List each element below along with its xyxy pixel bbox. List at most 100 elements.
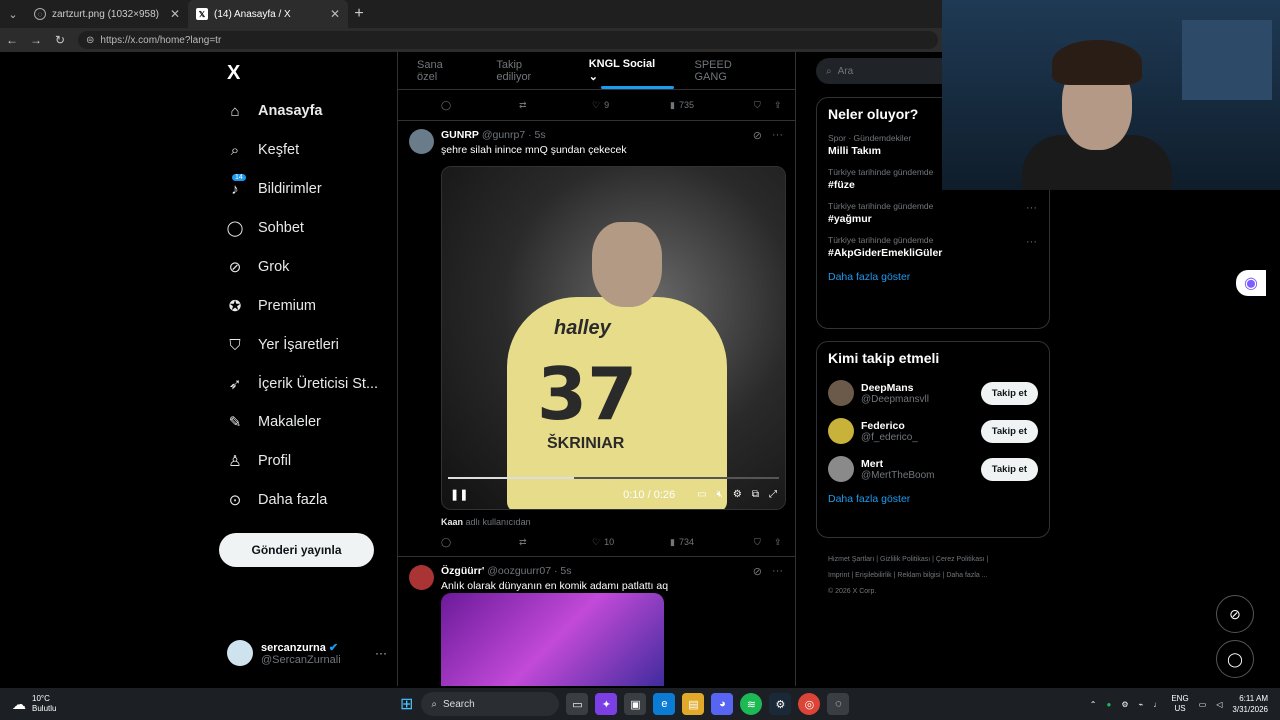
discord-icon[interactable]: ◕ — [711, 693, 734, 715]
nav-item-premium[interactable]: ✪ Premium — [226, 297, 316, 315]
post-button[interactable]: Gönderi yayınla — [219, 533, 374, 567]
bookmark-icon[interactable]: ⛉ — [754, 537, 774, 548]
views-button[interactable]: ▮ 734 — [670, 537, 754, 548]
footer-link[interactable]: Gizlilik Politikası — [880, 556, 930, 563]
mic-icon[interactable]: ♩ — [1153, 700, 1161, 709]
wifi-off-icon[interactable]: ⌁ — [1139, 700, 1144, 709]
avatar[interactable] — [409, 129, 434, 154]
weather-widget[interactable]: ☁ 10°C Bulutlu — [0, 694, 400, 714]
footer-link[interactable]: Hizmet Şartları — [828, 556, 874, 563]
follow-suggestion[interactable]: DeepMans @Deepmansvll Takip et — [817, 374, 1049, 412]
network-icon[interactable]: ▭ — [1199, 700, 1207, 709]
browser-tab[interactable]: ◌ zartzurt.png (1032×958) ✕ — [26, 0, 188, 28]
more-icon[interactable]: ··· — [1026, 202, 1037, 214]
close-tab-icon[interactable]: ✕ — [170, 7, 180, 21]
who-show-more[interactable]: Daha fazla göster — [817, 488, 1049, 515]
file-explorer-icon[interactable]: ▤ — [682, 693, 705, 715]
tweet-time[interactable]: · 5s — [528, 129, 546, 141]
avatar[interactable] — [828, 380, 854, 406]
status-dot-icon[interactable]: ● — [1107, 700, 1112, 709]
nav-item-more[interactable]: ⊙ Daha fazla — [226, 491, 328, 509]
site-info-icon[interactable]: ⊜ — [86, 35, 94, 46]
url-field[interactable]: ⊜ https://x.com/home?lang=tr — [78, 31, 938, 49]
share-icon[interactable]: ⇪ — [774, 537, 782, 548]
more-icon[interactable]: ··· — [375, 646, 387, 660]
extension-pill[interactable]: ◉ — [1236, 270, 1266, 296]
trend-item[interactable]: Türkiye tarihinde gündemde #yağmur ··· — [817, 198, 1049, 232]
nav-item-profile[interactable]: ♙ Profil — [226, 452, 291, 470]
task-view-icon[interactable]: ▭ — [566, 693, 589, 715]
avatar[interactable] — [828, 456, 854, 482]
follow-suggestion[interactable]: Federico @f_ederico_ Takip et — [817, 412, 1049, 450]
retweet-icon[interactable]: ⇄ — [519, 537, 592, 548]
footer-link[interactable]: Çerez Politikası — [936, 556, 985, 563]
tweet-media[interactable] — [441, 593, 664, 686]
author-name[interactable]: Özgüürr' — [441, 565, 484, 577]
close-tab-icon[interactable]: ✕ — [330, 7, 340, 21]
account-switcher[interactable]: sercanzurna ✔ @SercanZurnali ··· — [227, 640, 387, 666]
start-icon[interactable]: ⊞ — [400, 694, 413, 714]
tab-speed-gang[interactable]: SPEED GANG — [695, 59, 759, 83]
follow-suggestion[interactable]: Mert @MertTheBoom Takip et — [817, 450, 1049, 488]
store-icon[interactable]: ▣ — [624, 693, 647, 715]
like-button[interactable]: ♡ 9 — [592, 100, 670, 111]
trend-item[interactable]: Türkiye tarihinde gündemde #AkpGiderEmek… — [817, 232, 1049, 266]
spotify-icon[interactable]: ≋ — [740, 693, 763, 715]
x-logo[interactable]: X — [227, 62, 240, 85]
mute-icon[interactable]: 🔇︎ — [717, 489, 723, 500]
nav-item-grok[interactable]: ⊘ Grok — [226, 258, 290, 276]
steam-tray-icon[interactable]: ⚙ — [1121, 700, 1128, 709]
pip-icon[interactable]: ⧉ — [752, 489, 759, 500]
app-icon[interactable]: ◌ — [827, 693, 850, 715]
footer-link[interactable]: Imprint — [828, 572, 849, 579]
fullscreen-icon[interactable]: ⤢ — [769, 489, 777, 500]
avatar[interactable] — [828, 418, 854, 444]
reply-icon[interactable]: ◯ — [441, 537, 519, 548]
more-icon[interactable]: ··· — [1026, 236, 1037, 248]
bookmark-icon[interactable]: ⛉ — [754, 100, 774, 111]
nav-item-explore[interactable]: ⌕ Keşfet — [226, 141, 299, 159]
tab-list-button[interactable]: ⌄ — [0, 0, 26, 28]
video-player[interactable]: halley 37 ŠKRINIAR ❚❚ 0:10 / 0:26 ▭ 🔇︎ ⚙… — [441, 166, 786, 510]
trends-show-more[interactable]: Daha fazla göster — [817, 266, 1049, 293]
new-tab-button[interactable]: + — [348, 5, 370, 23]
chrome-icon[interactable]: ◎ — [798, 693, 821, 715]
nav-item-home[interactable]: ⌂ Anasayfa — [226, 102, 322, 120]
avatar[interactable] — [409, 565, 434, 590]
footer-link[interactable]: Reklam bilgisi — [897, 572, 940, 579]
share-icon[interactable]: ⇪ — [774, 100, 782, 111]
taskbar-search[interactable]: ⌕ Search — [421, 692, 560, 716]
author-handle[interactable]: @gunrp7 — [482, 129, 525, 141]
tab-for-you[interactable]: Sana özel — [417, 59, 460, 83]
reply-icon[interactable]: ◯ — [441, 100, 519, 111]
nav-item-articles[interactable]: ✎ Makaleler — [226, 413, 321, 431]
follow-button[interactable]: Takip et — [980, 419, 1038, 443]
copilot-icon[interactable]: ✦ — [595, 693, 618, 715]
search-input[interactable]: ⌕ Ara — [816, 58, 942, 84]
grok-floating-button[interactable]: ⊘ — [1216, 595, 1254, 633]
follow-button[interactable]: Takip et — [980, 457, 1038, 481]
tray-chevron-icon[interactable]: ⌃ — [1090, 700, 1097, 709]
views-button[interactable]: ▮ 735 — [670, 100, 754, 111]
video-progress[interactable] — [448, 477, 779, 479]
like-button[interactable]: ♡ 10 — [592, 537, 670, 548]
nav-item-bookmarks[interactable]: ⛉ Yer İşaretleri — [226, 336, 339, 354]
grok-icon[interactable]: ⊘ — [753, 565, 762, 578]
settings-icon[interactable]: ⚙ — [733, 489, 742, 500]
captions-icon[interactable]: ▭ — [697, 489, 706, 500]
follow-button[interactable]: Takip et — [980, 381, 1038, 405]
grok-icon[interactable]: ⊘ — [753, 129, 762, 142]
tweet-time[interactable]: · 5s — [554, 565, 572, 577]
edge-icon[interactable]: e — [653, 693, 676, 715]
forward-icon[interactable]: → — [24, 33, 48, 47]
messages-floating-button[interactable]: ◯ — [1216, 640, 1254, 678]
tab-kngl-social[interactable]: KNGL Social ⌄ — [589, 58, 659, 83]
browser-tab-active[interactable]: 𝕏 (14) Anasayfa / X ✕ — [188, 0, 348, 28]
nav-item-chat[interactable]: ◯ Sohbet — [226, 219, 304, 237]
volume-icon[interactable]: ◁ — [1216, 700, 1222, 709]
clock[interactable]: 6:11 AM 3/31/2026 — [1232, 693, 1268, 715]
language-indicator[interactable]: ENG US — [1171, 694, 1188, 714]
author-handle[interactable]: @oozguurr07 — [487, 565, 551, 577]
retweet-icon[interactable]: ⇄ — [519, 100, 592, 111]
more-icon[interactable]: ··· — [772, 129, 783, 142]
